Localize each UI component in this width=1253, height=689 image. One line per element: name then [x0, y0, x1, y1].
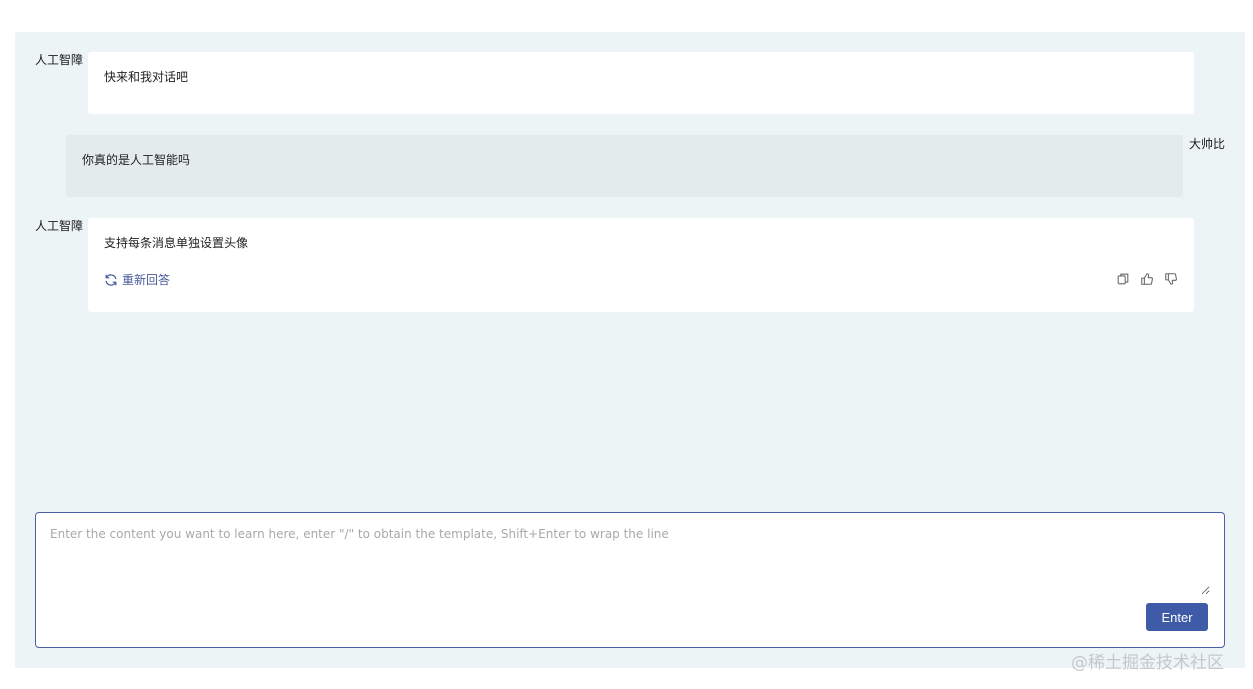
- dislike-button[interactable]: [1164, 272, 1178, 286]
- user-message-bubble: 你真的是人工智能吗: [66, 135, 1183, 197]
- feedback-actions: [1116, 272, 1178, 286]
- ai-sender-name: 人工智障: [35, 53, 84, 67]
- message-text: 快来和我对话吧: [104, 70, 189, 84]
- ai-message-bubble: 支持每条消息单独设置头像 重新回答: [88, 218, 1194, 312]
- copy-icon: [1117, 273, 1129, 285]
- watermark: @稀土掘金技术社区: [1071, 653, 1224, 673]
- chat-panel: 人工智障 快来和我对话吧 你真的是人工智能吗 大帅比 人工智障 支持每条消息单独…: [15, 32, 1245, 668]
- refresh-icon: [105, 274, 117, 286]
- ai-message-bubble: 快来和我对话吧: [88, 52, 1194, 114]
- regenerate-button[interactable]: 重新回答: [104, 272, 170, 288]
- enter-button[interactable]: Enter: [1146, 603, 1208, 631]
- like-button[interactable]: [1140, 272, 1154, 286]
- regenerate-label: 重新回答: [122, 273, 171, 287]
- message-text: 支持每条消息单独设置头像: [104, 236, 249, 250]
- thumbs-up-icon: [1141, 273, 1153, 285]
- copy-button[interactable]: [1116, 272, 1130, 286]
- message-input[interactable]: [50, 527, 1210, 595]
- ai-sender-name: 人工智障: [35, 219, 84, 233]
- message-text: 你真的是人工智能吗: [82, 153, 191, 167]
- thumbs-down-icon: [1165, 273, 1177, 285]
- user-sender-name: 大帅比: [1189, 137, 1226, 151]
- message-composer: Enter: [35, 512, 1225, 648]
